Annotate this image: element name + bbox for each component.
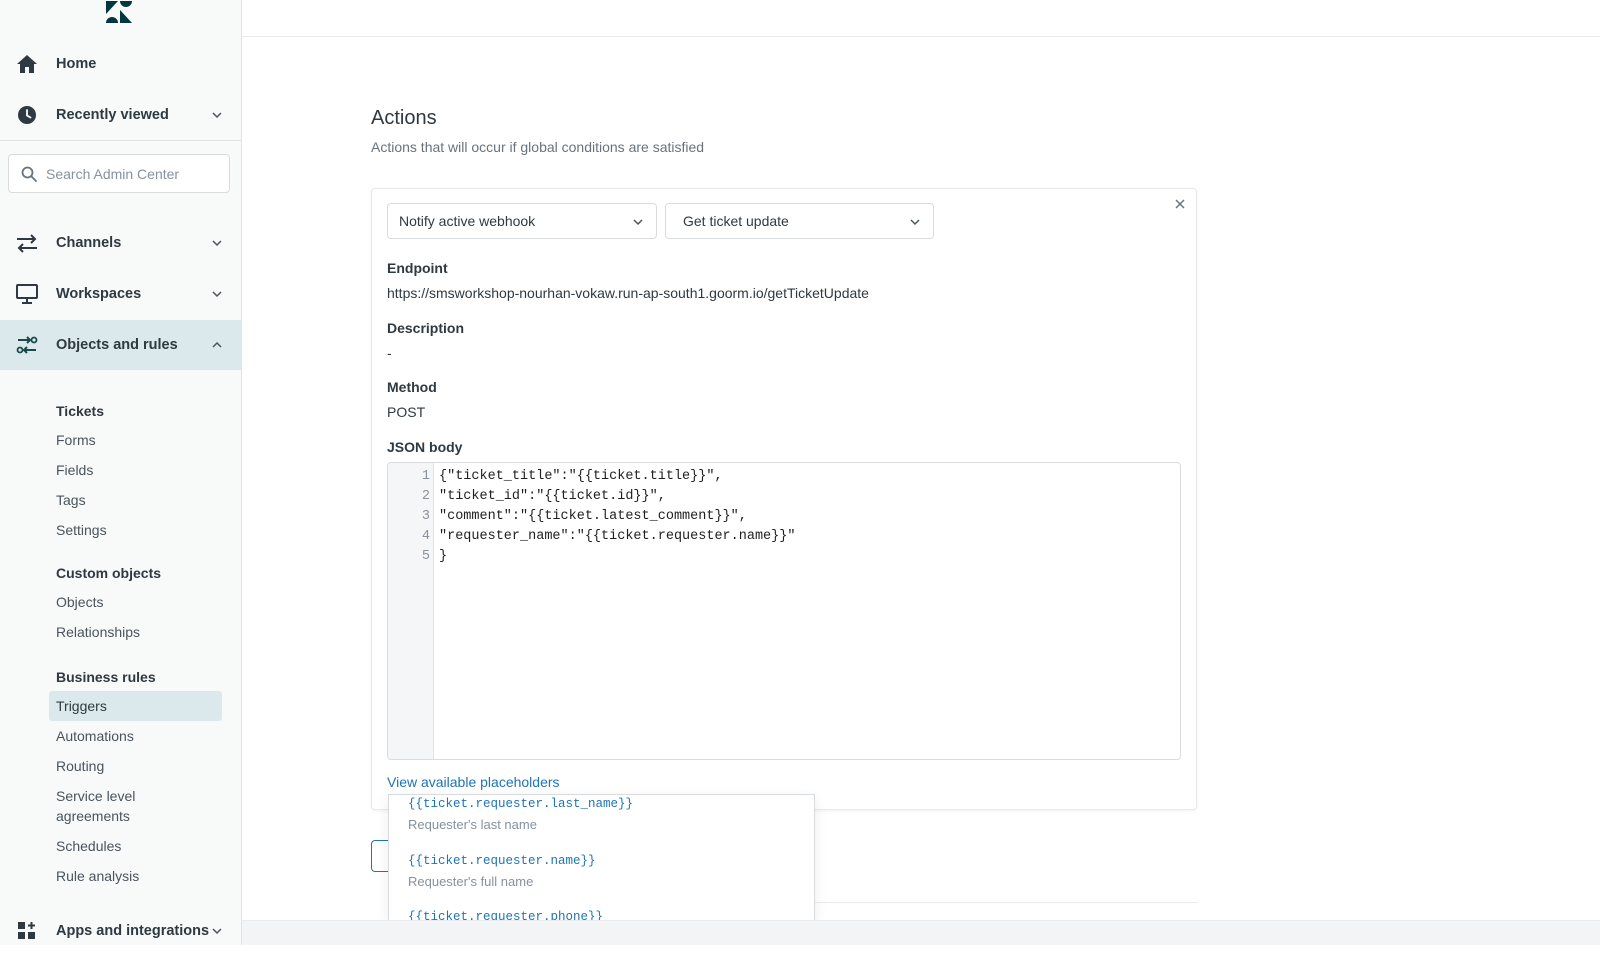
sidebar-item-automations[interactable]: Automations [56,726,134,746]
code-text: {"ticket_title":"{{ticket.title}}", [439,469,723,484]
sidebar-item-tags[interactable]: Tags [56,490,86,510]
nav-home-label: Home [56,56,97,72]
monitor-icon [15,282,39,306]
code-text: } [439,549,448,564]
page-subtitle: Actions that will occur if global condit… [371,139,705,155]
placeholder-description: Requester's full name [408,874,534,889]
nav-apps-label: Apps and integrations [56,923,210,939]
business-rules-heading: Business rules [56,669,156,685]
code-line: 4 "requester_name":"{{ticket.requester.na… [388,527,1180,547]
nav-channels-label: Channels [56,235,122,251]
chevron-down-icon [633,219,643,226]
description-label: Description [387,320,465,336]
placeholder-option[interactable]: {{ticket.requester.name}} [408,854,596,868]
zendesk-logo-icon[interactable] [104,0,134,24]
sidebar-item-rule-analysis[interactable]: Rule analysis [56,866,139,886]
description-value: - [387,345,392,361]
top-bar [242,0,1600,37]
bottom-bar [242,920,1600,945]
nav-divider [0,140,241,141]
placeholder-option[interactable]: {{ticket.requester.phone}} [408,910,603,920]
code-line: 5} [388,547,1180,567]
endpoint-label: Endpoint [387,260,448,276]
code-text: "comment":"{{ticket.latest_comment}}", [439,509,747,524]
nav-apps-and-integrations[interactable]: Apps and integrations [0,906,241,956]
line-number: 5 [421,549,430,564]
chevron-down-icon [212,112,222,119]
sidebar-item-service-level-cont[interactable]: agreements [56,806,130,826]
line-number: 3 [421,509,430,524]
sidebar-item-forms[interactable]: Forms [56,430,96,450]
placeholder-option[interactable]: {{ticket.requester.last_name}} [408,797,633,811]
chevron-down-icon [212,928,222,935]
apps-grid-icon [15,919,39,943]
code-text: "ticket_id":"{{ticket.id}}", [439,489,666,504]
action-type-value: Notify active webhook [399,213,536,229]
nav-objects-and-rules-label: Objects and rules [56,337,178,353]
objects-rules-icon [15,333,39,357]
close-icon[interactable] [1172,196,1188,212]
nav-home[interactable]: Home [0,39,241,89]
chevron-down-icon [910,219,920,226]
sidebar: Home Recently viewed Channels Workspaces… [0,0,242,945]
code-line: 2 "ticket_id":"{{ticket.id}}", [388,487,1180,507]
nav-workspaces-label: Workspaces [56,286,142,302]
nav-recently-viewed[interactable]: Recently viewed [0,90,241,140]
page-title: Actions [371,107,437,129]
placeholder-description: Requester's last name [408,817,537,832]
line-number: 2 [421,489,430,504]
clock-icon [15,103,39,127]
code-line: 3 "comment":"{{ticket.latest_comment}}", [388,507,1180,527]
chevron-down-icon [212,240,222,247]
endpoint-value: https://smsworkshop-nourhan-vokaw.run-ap… [387,285,869,301]
search-icon [21,166,37,182]
sidebar-item-relationships[interactable]: Relationships [56,622,140,642]
nav-recently-viewed-label: Recently viewed [56,107,169,123]
method-value: POST [387,404,426,420]
webhook-select[interactable]: Get ticket update [665,203,934,239]
search-box[interactable] [8,154,230,193]
sidebar-item-triggers[interactable]: Triggers [49,691,222,721]
json-body-editor[interactable]: 1 {"ticket_title":"{{ticket.title}}", 2 "t… [387,462,1181,760]
nav-objects-and-rules[interactable]: Objects and rules [0,320,241,370]
chevron-down-icon [212,291,222,298]
tickets-heading: Tickets [56,403,104,419]
nav-workspaces[interactable]: Workspaces [0,269,241,319]
code-line: 1 {"ticket_title":"{{ticket.title}}", [388,467,1180,487]
custom-objects-heading: Custom objects [56,565,162,581]
line-number: 1 [421,469,430,484]
method-label: Method [387,379,437,395]
webhook-value: Get ticket update [683,213,789,229]
chevron-up-icon [212,341,222,348]
sidebar-item-settings[interactable]: Settings [56,520,107,540]
search-input[interactable] [46,165,216,182]
channels-arrows-icon [15,231,39,255]
line-number: 4 [421,529,430,544]
action-type-select[interactable]: Notify active webhook [387,203,657,239]
json-body-label: JSON body [387,439,463,455]
placeholders-dropdown: {{ticket.requester.last_name}} Requester… [388,794,815,920]
sidebar-item-routing[interactable]: Routing [56,756,104,776]
code-text: "requester_name":"{{ticket.requester.nam… [439,529,796,544]
home-icon [15,52,39,76]
nav-channels[interactable]: Channels [0,218,241,268]
sidebar-item-schedules[interactable]: Schedules [56,836,121,856]
sidebar-item-objects[interactable]: Objects [56,592,103,612]
sidebar-item-fields[interactable]: Fields [56,460,93,480]
footer-divider [815,902,1198,903]
sidebar-item-service-level[interactable]: Service level [56,786,135,806]
view-placeholders-link[interactable]: View available placeholders [387,774,560,790]
